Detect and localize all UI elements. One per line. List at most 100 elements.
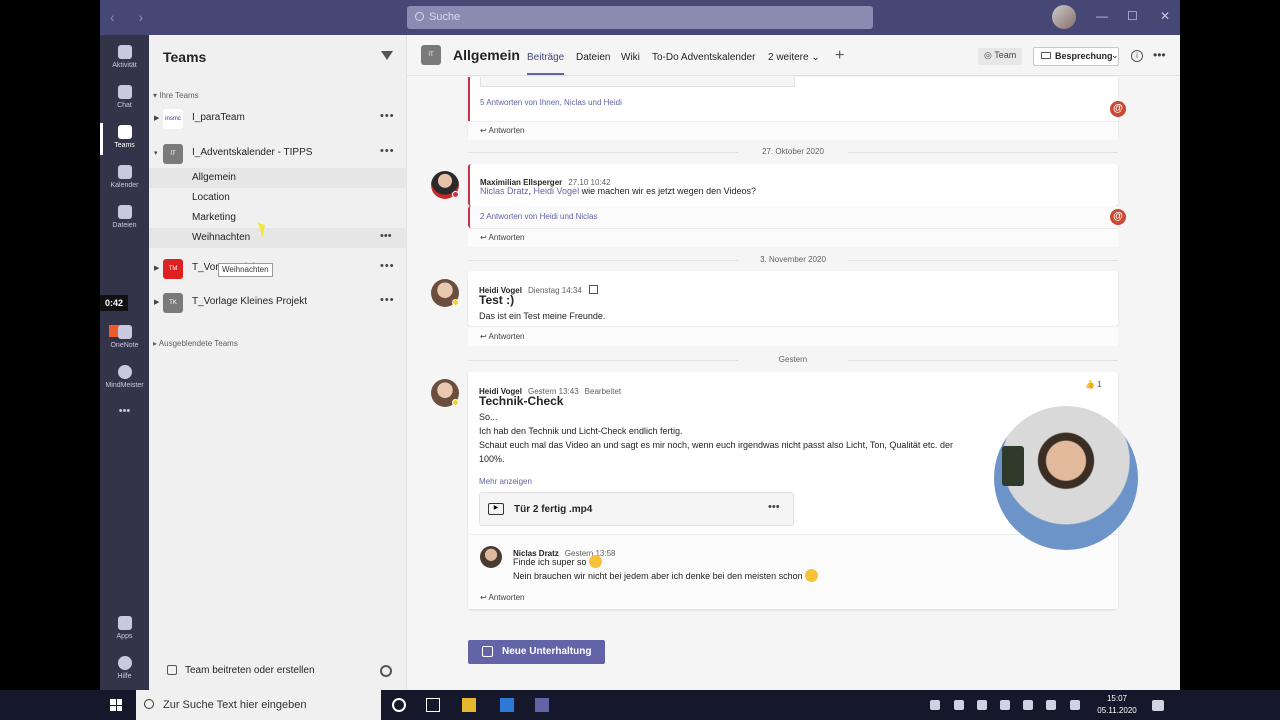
rail-label: Chat [117, 102, 132, 109]
history-nav-icons[interactable]: ‹ › [110, 9, 153, 25]
taskbar-search-input[interactable]: Zur Suche Text hier eingeben [136, 690, 381, 720]
reply-button[interactable]: ↩ Antworten [480, 332, 525, 341]
reply-strip[interactable]: ↩ Antworten [468, 326, 1118, 346]
reply-strip[interactable]: ↩ Antworten [468, 228, 1118, 247]
tab-wiki[interactable]: Wiki [621, 52, 640, 63]
more-options-icon[interactable]: ••• [1153, 48, 1166, 62]
message-text: Das ist ein Test meine Freunde. [479, 311, 606, 321]
mention[interactable]: Heidi Vogel [534, 186, 580, 196]
rail-apps[interactable]: Apps [100, 610, 149, 650]
join-team-button[interactable]: Team beitreten oder erstellen [167, 665, 315, 676]
file-explorer-icon[interactable] [462, 698, 476, 712]
section-hidden-teams[interactable]: ▸ Ausgeblendete Teams [153, 339, 238, 348]
tab-files[interactable]: Dateien [576, 52, 610, 63]
task-view-icon[interactable] [426, 698, 440, 712]
add-tab-icon[interactable]: + [835, 47, 844, 65]
tray-chevron-icon[interactable] [930, 700, 940, 710]
chevron-down-icon[interactable]: ⌄ [1111, 50, 1119, 61]
copy-icon[interactable] [588, 285, 598, 294]
message-subject: Technik-Check [479, 394, 564, 408]
mention[interactable]: Niclas Dratz [480, 186, 529, 196]
caret-right-icon: ▶ [154, 299, 160, 306]
more-options-icon[interactable]: ••• [380, 145, 395, 157]
date-separator: 27. Oktober 2020 [468, 147, 1118, 156]
meet-button[interactable]: Besprechung ⌄ [1033, 47, 1119, 66]
tray-wifi-icon[interactable] [1023, 700, 1033, 710]
replies-link[interactable]: 2 Antworten von Heidi und Niclas [480, 212, 597, 221]
more-options-icon[interactable]: ••• [380, 260, 395, 272]
status-away-icon [452, 399, 459, 406]
minimize-button[interactable]: — [1096, 9, 1108, 23]
channel-weihnachten[interactable]: Weihnachten ••• [149, 228, 407, 248]
section-your-teams[interactable]: ▾ Ihre Teams [153, 91, 199, 100]
file-attachment[interactable]: ▶ Tür 2 fertig .mp4 ••• [479, 492, 794, 526]
tray-volume-icon[interactable] [1046, 700, 1056, 710]
channel-allgemein[interactable]: Allgemein [149, 168, 407, 188]
rail-more[interactable]: ••• [100, 405, 149, 445]
more-options-icon[interactable]: ••• [380, 294, 395, 306]
todo-app-icon[interactable] [500, 698, 514, 712]
channel-marketing[interactable]: Marketing [149, 208, 407, 228]
app-rail: Aktivität Chat Teams Kalender Dateien 0:… [100, 35, 149, 690]
reply-strip[interactable]: ↩ Antworten [468, 121, 1118, 140]
team-avatar: insmc [163, 109, 183, 129]
file-attachment[interactable] [480, 77, 795, 87]
message-card: Heidi Vogel Dienstag 14:34 Test :) Das is… [468, 271, 1118, 326]
team-row[interactable]: ▾ IT I_Adventskalender - TIPPS ••• [149, 139, 407, 169]
like-reaction[interactable]: 👍 1 [1085, 380, 1102, 389]
mention-icon: @ [1110, 209, 1126, 225]
clock-time: 15:07 [1106, 694, 1128, 703]
team-avatar: IT [163, 144, 183, 164]
replies-link[interactable]: 5 Antworten von Ihnen, Niclas und Heidi [480, 98, 622, 107]
team-name: I_paraTeam [192, 112, 245, 123]
system-clock[interactable]: 15:07 05.11.2020 [1092, 693, 1142, 717]
recording-timer: 0:42 [100, 295, 128, 311]
tray-battery-icon[interactable] [1000, 700, 1010, 710]
reply-button[interactable]: ↩ Antworten [480, 126, 525, 135]
profile-avatar[interactable] [1052, 5, 1076, 29]
channel-location[interactable]: Location [149, 188, 407, 208]
info-icon[interactable]: i [1131, 50, 1143, 62]
tray-mic-icon[interactable] [977, 700, 987, 710]
conversation-feed: 5 Antworten von Ihnen, Niclas und Heidi … [407, 77, 1180, 690]
notification-icon[interactable] [1152, 700, 1164, 711]
team-row[interactable]: ▶ TM T_Vor s Projekt ••• [149, 254, 407, 284]
reply-button[interactable]: ↩ Antworten [480, 233, 525, 242]
cortana-icon[interactable] [392, 698, 406, 712]
gear-icon[interactable] [380, 665, 392, 677]
tab-more[interactable]: 2 weitere ⌄ [768, 52, 820, 63]
tray-cloud-icon[interactable] [954, 700, 964, 710]
rail-help[interactable]: Hilfe [100, 650, 149, 690]
rail-activity[interactable]: Aktivität [100, 39, 149, 79]
replies-row[interactable]: 2 Antworten von Heidi und Niclas [468, 206, 1118, 228]
tab-posts[interactable]: Beiträge [527, 52, 565, 75]
tray-pen-icon[interactable] [1070, 700, 1080, 710]
more-options-icon[interactable]: ••• [768, 501, 780, 513]
reply-button[interactable]: ↩ Antworten [480, 593, 525, 602]
rail-mindmeister[interactable]: MindMeister [100, 359, 149, 399]
rail-onenote[interactable]: OneNote [100, 319, 149, 359]
more-options-icon[interactable]: ••• [380, 230, 392, 242]
rail-calendar[interactable]: Kalender [100, 159, 149, 199]
search-input[interactable]: Suche [407, 6, 873, 29]
show-more-link[interactable]: Mehr anzeigen [479, 477, 532, 486]
team-view-button[interactable]: ◎ Team [978, 48, 1023, 65]
team-row[interactable]: ▶ TK T_Vorlage Kleines Projekt ••• [149, 288, 407, 318]
new-conversation-button[interactable]: Neue Unterhaltung [468, 640, 605, 664]
windows-start-icon[interactable] [110, 699, 122, 711]
team-row[interactable]: ▶ insmc I_paraTeam ••• [149, 104, 407, 134]
rail-chat[interactable]: Chat [100, 79, 149, 119]
compose-icon [482, 646, 493, 657]
maximize-button[interactable]: ☐ [1127, 9, 1138, 23]
filter-icon[interactable] [381, 51, 393, 60]
tab-todo[interactable]: To-Do Adventskalender [652, 52, 755, 63]
rail-label: OneNote [110, 342, 139, 349]
more-options-icon[interactable]: ••• [380, 110, 395, 122]
bell-icon [117, 45, 132, 59]
smile-emoji-icon [804, 569, 818, 582]
rail-teams[interactable]: Teams [100, 119, 149, 159]
close-button[interactable]: ✕ [1160, 9, 1170, 23]
add-team-icon [167, 665, 177, 675]
rail-files[interactable]: Dateien [100, 199, 149, 239]
teams-taskbar-icon[interactable] [535, 698, 549, 712]
